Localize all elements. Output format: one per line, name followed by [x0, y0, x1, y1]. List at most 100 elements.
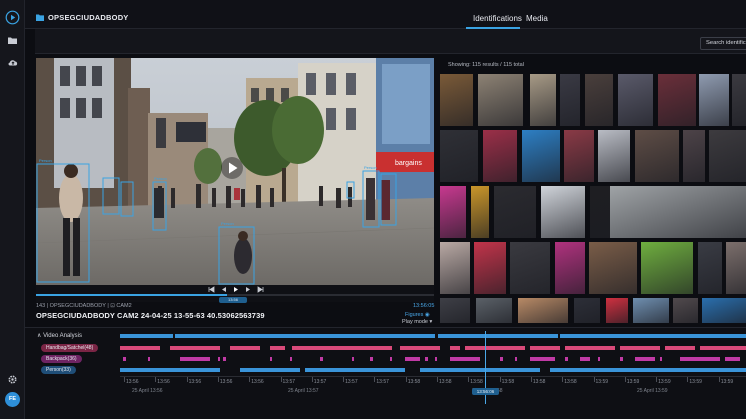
identification-thumbnail[interactable] [555, 242, 585, 294]
chip-backpack[interactable]: Backpack(36) [41, 355, 82, 363]
timeline-segment[interactable] [180, 357, 210, 361]
identification-thumbnail[interactable] [510, 242, 550, 294]
timeline-segment[interactable] [170, 346, 220, 350]
chip-person[interactable]: Person(33) [41, 366, 76, 374]
chip-handbag[interactable]: Handbag/Satchel(48) [41, 344, 99, 352]
timeline-segment[interactable] [465, 346, 525, 350]
timeline-segment[interactable] [560, 334, 746, 338]
play-button[interactable] [221, 157, 243, 179]
timeline-segment[interactable] [500, 357, 503, 361]
identification-thumbnail[interactable] [564, 130, 594, 182]
identification-thumbnail[interactable] [440, 186, 466, 238]
timeline-segment[interactable] [680, 357, 720, 361]
identification-thumbnail[interactable] [726, 242, 746, 294]
timeline-segment[interactable] [292, 346, 392, 350]
timeline-segment[interactable] [530, 357, 555, 361]
timeline-track[interactable] [120, 368, 746, 372]
identification-thumbnail[interactable] [698, 242, 722, 294]
tab-identifications[interactable]: Identifications [473, 14, 522, 23]
timeline-segment[interactable] [270, 357, 272, 361]
step-back-icon[interactable] [222, 287, 226, 292]
timeline-segment[interactable] [425, 357, 428, 361]
timeline-segment[interactable] [230, 346, 260, 350]
play-icon[interactable] [234, 287, 238, 292]
timeline-segment[interactable] [120, 346, 160, 350]
identification-thumbnail[interactable] [683, 130, 705, 182]
identification-thumbnail[interactable] [474, 242, 506, 294]
playback-controls[interactable] [208, 286, 264, 293]
identification-thumbnail[interactable] [658, 74, 696, 126]
timeline-segment[interactable] [148, 357, 150, 361]
timeline-segment[interactable] [218, 357, 220, 361]
timeline-segment[interactable] [700, 346, 746, 350]
identification-thumbnail[interactable] [709, 130, 746, 182]
identification-thumbnail[interactable] [589, 242, 637, 294]
timeline-segment[interactable] [565, 357, 568, 361]
timeline-track[interactable] [120, 346, 746, 350]
identification-thumbnail[interactable] [483, 130, 517, 182]
identification-thumbnail[interactable] [641, 242, 693, 294]
identification-thumbnail[interactable] [574, 298, 600, 323]
identification-thumbnail[interactable] [585, 74, 613, 126]
identification-thumbnail[interactable] [635, 130, 679, 182]
timeline-segment[interactable] [270, 346, 285, 350]
identification-thumbnail[interactable] [440, 242, 470, 294]
play-mode-toggle[interactable]: Play mode ▾ [402, 319, 432, 325]
timeline-segment[interactable] [438, 334, 558, 338]
timeline-segment[interactable] [660, 357, 662, 361]
step-forward-icon[interactable] [246, 287, 250, 292]
timeline-segment[interactable] [725, 357, 740, 361]
timeline-segment[interactable] [450, 346, 460, 350]
identification-thumbnail[interactable] [598, 130, 630, 182]
timeline-segment[interactable] [370, 357, 373, 361]
skip-back-icon[interactable] [208, 286, 215, 293]
timeline-segment[interactable] [405, 357, 420, 361]
identification-thumbnail[interactable] [699, 74, 729, 126]
identification-thumbnail[interactable] [478, 74, 523, 126]
timeline-segment[interactable] [320, 357, 323, 361]
identification-thumbnail[interactable] [610, 186, 746, 238]
identification-thumbnail[interactable] [606, 298, 628, 323]
identification-thumbnail[interactable] [476, 298, 512, 323]
identification-thumbnail[interactable] [732, 74, 746, 126]
gear-icon[interactable] [4, 371, 21, 388]
video-analysis-toggle[interactable]: ∧ Video Analysis [37, 332, 82, 339]
identification-thumbnail[interactable] [560, 74, 580, 126]
breadcrumb[interactable]: OPSEGCIUDADBODY [36, 13, 129, 22]
identification-thumbnail[interactable] [471, 186, 489, 238]
timeline-segment[interactable] [123, 357, 126, 361]
timeline-segment[interactable] [620, 357, 623, 361]
timeline-segment[interactable] [223, 357, 226, 361]
timeline-segment[interactable] [580, 357, 590, 361]
timeline-track[interactable] [120, 357, 746, 361]
timeline-segment[interactable] [550, 368, 746, 372]
identification-thumbnail[interactable] [541, 186, 585, 238]
timeline-segment[interactable] [240, 368, 300, 372]
search-identifications-button[interactable]: Search identific [700, 37, 746, 50]
timeline-segment[interactable] [175, 334, 295, 338]
timeline-segment[interactable] [450, 357, 480, 361]
timeline-track[interactable] [120, 334, 746, 338]
timeline-segment[interactable] [420, 368, 540, 372]
figures-toggle[interactable]: Figures ◉ [405, 312, 430, 318]
timeline-segment[interactable] [295, 334, 435, 338]
timeline-segment[interactable] [515, 357, 517, 361]
identification-thumbnail[interactable] [522, 130, 560, 182]
timeline-segment[interactable] [290, 357, 292, 361]
timeline-segment[interactable] [665, 346, 695, 350]
identification-thumbnail[interactable] [673, 298, 698, 323]
folder-icon[interactable] [4, 32, 21, 49]
skip-forward-icon[interactable] [257, 286, 264, 293]
video-player[interactable]: bargains Person Person Person Person [36, 58, 434, 285]
timeline-segment[interactable] [120, 334, 173, 338]
identification-thumbnail[interactable] [440, 74, 473, 126]
identification-thumbnail[interactable] [702, 298, 746, 323]
cloud-upload-icon[interactable] [4, 54, 21, 71]
identification-thumbnail[interactable] [530, 74, 556, 126]
timeline-segment[interactable] [352, 357, 354, 361]
timeline-segment[interactable] [435, 357, 437, 361]
timeline-segment[interactable] [635, 357, 655, 361]
avatar[interactable]: FE [5, 392, 20, 407]
identification-thumbnail[interactable] [440, 130, 478, 182]
play-circle-icon[interactable] [4, 9, 21, 26]
